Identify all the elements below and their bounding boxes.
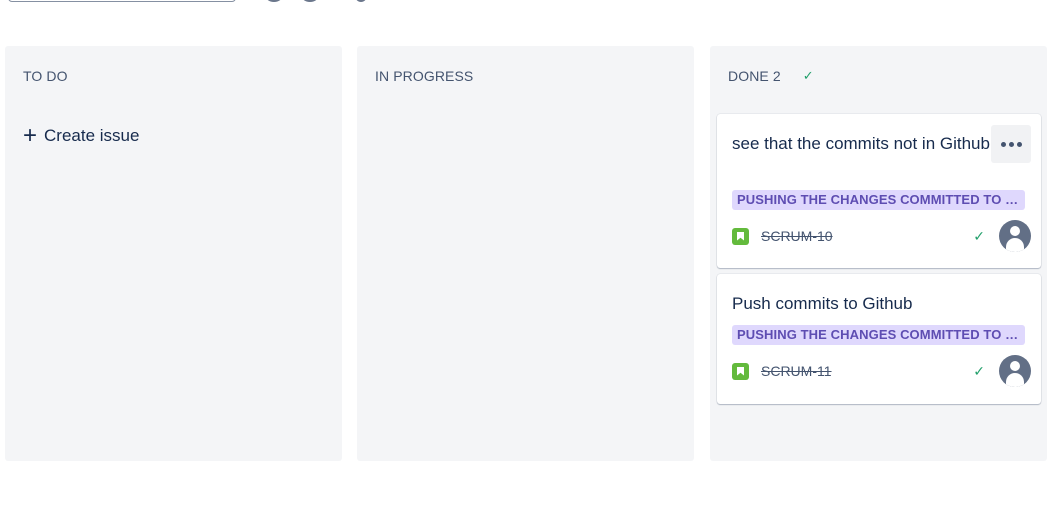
story-icon: [732, 362, 749, 380]
card-title: Push commits to Github: [732, 294, 913, 313]
avatar-head: [1010, 226, 1020, 236]
column-title: TO DO: [23, 68, 68, 84]
issue-card[interactable]: Push commits to Github PUSHING THE CHANG…: [717, 274, 1041, 404]
avatar-head: [1010, 361, 1020, 371]
check-icon: ✓: [802, 68, 814, 83]
epic-label[interactable]: PUSHING THE CHANGES COMMITTED TO G...: [732, 190, 1025, 210]
issue-card[interactable]: see that the commits not in Github PUSHI…: [717, 114, 1041, 268]
column-title: IN PROGRESS: [375, 68, 474, 84]
unassigned-avatar-icon[interactable]: [999, 220, 1031, 252]
column-done: DONE 2 ✓ see that the commits not in Git…: [710, 46, 1047, 461]
column-header: TO DO: [23, 68, 68, 84]
column-in-progress: IN PROGRESS: [357, 46, 694, 461]
issue-key[interactable]: SCRUM-11: [761, 363, 832, 379]
column-header: DONE 2 ✓: [728, 68, 814, 84]
avatar-body: [1006, 238, 1024, 252]
check-icon: ✓: [973, 227, 985, 244]
column-todo: TO DO + Create issue: [5, 46, 342, 461]
avatar-icon[interactable]: [264, 0, 284, 2]
create-issue-label: Create issue: [44, 126, 140, 145]
check-icon: ✓: [973, 362, 985, 379]
card-footer-right: ✓: [973, 355, 1031, 387]
card-footer: SCRUM-10 ✓: [732, 219, 1031, 253]
column-title: DONE 2: [728, 68, 781, 84]
column-header: IN PROGRESS: [375, 68, 473, 84]
avatar-icon[interactable]: [300, 0, 320, 2]
unassigned-avatar-icon[interactable]: [999, 355, 1031, 387]
card-footer-right: ✓: [973, 220, 1031, 252]
card-footer: SCRUM-11 ✓: [732, 354, 1031, 388]
more-icon: [1000, 141, 1006, 147]
more-actions-button[interactable]: [991, 125, 1031, 163]
more-icon: [1016, 141, 1022, 147]
board-search-input[interactable]: [8, 0, 236, 2]
plus-icon: +: [23, 122, 38, 149]
epic-label[interactable]: PUSHING THE CHANGES COMMITTED TO G...: [732, 325, 1025, 345]
story-icon: [732, 227, 749, 245]
create-issue-button[interactable]: + Create issue: [23, 124, 139, 148]
card-title: see that the commits not in Github: [732, 134, 990, 153]
avatar-body: [1006, 373, 1024, 387]
issue-key[interactable]: SCRUM-10: [761, 228, 833, 244]
more-icon: [1008, 141, 1014, 147]
avatar-icon[interactable]: [354, 0, 368, 2]
